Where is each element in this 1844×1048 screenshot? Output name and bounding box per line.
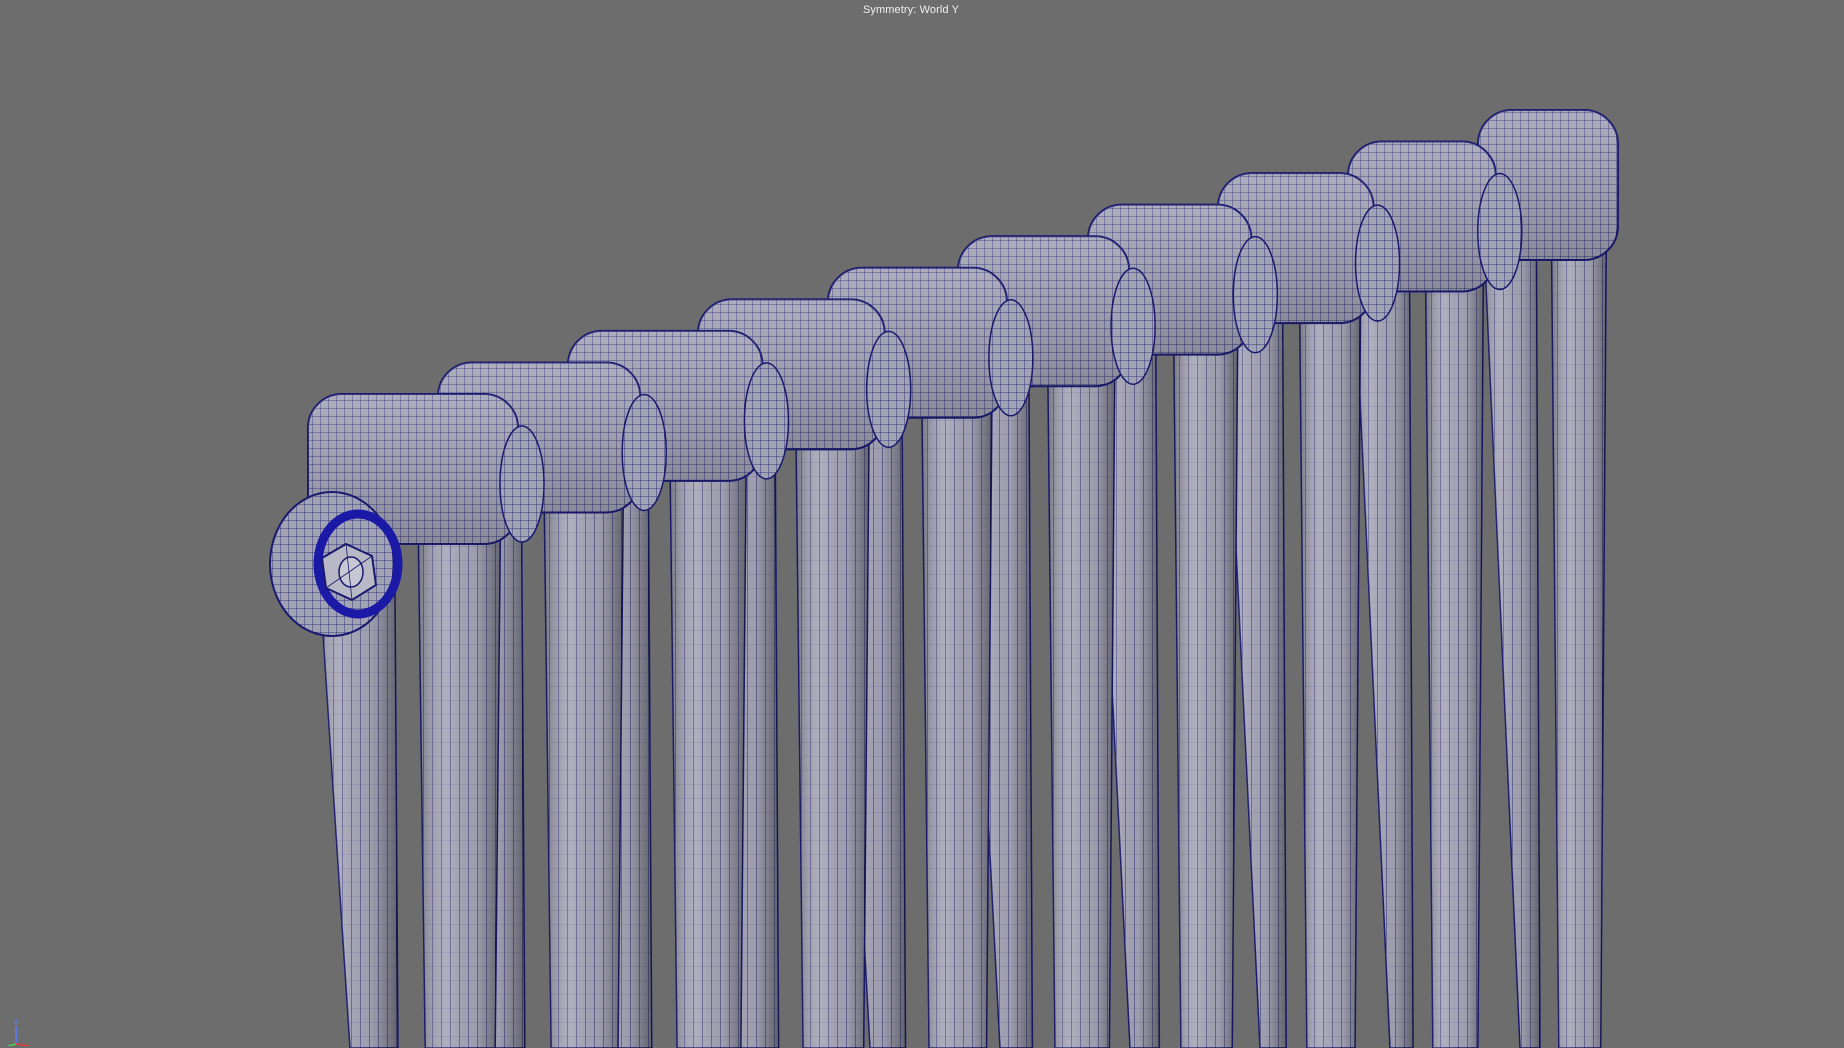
axis-y-line — [7, 1043, 17, 1046]
radiator-mesh[interactable] — [0, 0, 1844, 1048]
radiator-tube-shade — [543, 422, 625, 1048]
section-connector — [1477, 172, 1523, 291]
radiator-tube-shade — [669, 390, 747, 1048]
axis-x-line — [15, 1043, 31, 1046]
section-connector — [1232, 235, 1279, 354]
radiator-tube-shade — [921, 327, 993, 1048]
radiator-tube-shade — [1550, 170, 1607, 1048]
section-connector — [621, 393, 667, 512]
radiator-tube-shade — [1172, 264, 1239, 1048]
radiator-tube-shade — [795, 359, 870, 1048]
radiator-tube-shade — [1424, 201, 1484, 1048]
radiator-tube-shade — [1480, 150, 1540, 1048]
symmetry-label: Symmetry: World Y — [862, 4, 960, 16]
section-connector — [1110, 267, 1156, 385]
axis-gizmo: z — [7, 1017, 31, 1046]
axis-z-label: z — [14, 1017, 18, 1026]
section-connector — [1354, 204, 1401, 322]
section-connector — [865, 330, 912, 449]
section-connector — [743, 362, 790, 480]
radiator-tube-shade — [1298, 233, 1362, 1048]
3d-viewport[interactable]: Symmetry: World Y z — [0, 0, 1844, 1048]
radiator-tube-shade — [1046, 296, 1116, 1048]
section-connector — [988, 299, 1034, 417]
section-connector — [499, 425, 545, 543]
